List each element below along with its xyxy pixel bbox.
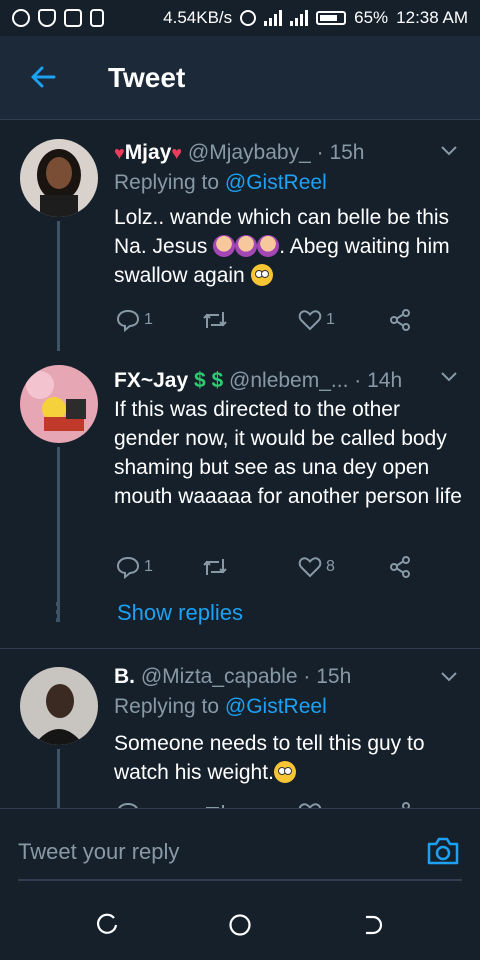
heart-icon — [298, 557, 322, 578]
recent-apps-icon[interactable] — [94, 912, 120, 938]
reply-icon — [116, 309, 140, 332]
display-name[interactable]: FX~Jay — [114, 369, 188, 392]
tweet-time: · 15h — [303, 665, 352, 688]
tweet-text: If this was directed to the other gender… — [114, 398, 462, 508]
tweet-reply[interactable]: ♥Mjay♥ @Mjaybaby_ · 15h Replying to @Gis… — [0, 121, 480, 351]
facepalm-woman-emoji — [257, 235, 280, 257]
reply-button[interactable]: 1 — [116, 308, 153, 332]
data-saver-icon — [240, 10, 257, 26]
app-header: Tweet — [0, 36, 480, 120]
reply-underline — [18, 879, 462, 881]
thread-line — [57, 221, 60, 351]
tweet-actions: 1 1 — [116, 308, 436, 334]
avatar[interactable] — [20, 139, 98, 217]
whatsapp-icon — [12, 9, 30, 27]
replying-to: Replying to @GistReel — [114, 695, 327, 719]
replying-to-label: Replying to — [114, 171, 220, 194]
facepalm-woman-emoji — [235, 235, 258, 257]
more-replies-dots — [56, 602, 60, 624]
tweet-reply[interactable]: FX~Jay $ $ @nlebem_... · 14h If this was… — [0, 351, 480, 641]
share-icon — [390, 309, 410, 331]
chevron-down-icon[interactable] — [440, 367, 458, 385]
system-nav-bar — [0, 890, 480, 960]
image-icon — [64, 9, 82, 27]
sparkling-heart-icon: ♥ — [114, 143, 125, 163]
display-name[interactable]: Mjay — [125, 141, 172, 164]
signal-3g-icon — [290, 10, 309, 26]
user-handle[interactable]: @Mizta_capable — [141, 665, 298, 688]
like-button[interactable]: 1 — [298, 308, 335, 332]
tweet-reply[interactable]: B. @Mizta_capable · 15h Replying to @Gis… — [0, 649, 480, 809]
sparkling-heart-icon: ♥ — [171, 143, 183, 163]
battery-percent: 65% — [354, 8, 389, 27]
reply-composer: Tweet your reply — [0, 808, 480, 890]
tweet-text: Someone needs to tell this guy to watch … — [114, 729, 464, 787]
back-arrow-icon[interactable] — [28, 62, 58, 92]
clock: 12:38 AM — [396, 8, 468, 27]
tweet-time: · 14h — [354, 369, 403, 392]
mention-link[interactable]: @GistReel — [225, 695, 327, 718]
page-title: Tweet — [108, 62, 186, 93]
tweet-text-part: Someone needs to tell this guy to watch … — [114, 732, 425, 784]
facepalm-woman-emoji — [213, 235, 236, 257]
display-name[interactable]: B. — [114, 665, 135, 688]
retweet-icon — [203, 312, 227, 328]
share-button[interactable] — [388, 555, 412, 579]
thread-line — [57, 447, 60, 621]
share-button[interactable] — [388, 308, 412, 332]
thread-line — [57, 749, 60, 809]
reply-icon — [116, 556, 140, 579]
like-button[interactable]: 8 — [298, 555, 335, 579]
eye-roll-emoji — [273, 761, 296, 783]
like-count: 8 — [326, 558, 335, 575]
battery-saver-icon — [90, 9, 104, 27]
avatar[interactable] — [20, 667, 98, 745]
retweet-icon — [203, 559, 227, 575]
user-handle[interactable]: @nlebem_... — [229, 369, 348, 392]
back-nav-icon[interactable] — [360, 912, 386, 938]
home-icon[interactable] — [227, 912, 253, 938]
flushed-face-emoji — [250, 264, 273, 286]
heart-icon — [298, 310, 322, 331]
chevron-down-icon[interactable] — [440, 141, 458, 159]
replying-to: Replying to @GistReel — [114, 171, 327, 195]
network-speed: 4.54KB/s — [163, 8, 233, 27]
reply-button[interactable]: 1 — [116, 555, 153, 579]
like-count: 1 — [326, 311, 335, 328]
money-emoji: $ $ — [193, 369, 224, 392]
reply-count: 1 — [144, 311, 153, 328]
tweet-time: · 15h — [316, 141, 365, 164]
notification-icons — [12, 9, 104, 27]
tweet-text: Lolz.. wande which can belle be this Na.… — [114, 203, 464, 290]
replying-to-label: Replying to — [114, 695, 220, 718]
retweet-button[interactable] — [202, 308, 228, 332]
show-replies-link[interactable]: Show replies — [117, 600, 243, 626]
signal-icon — [264, 10, 283, 26]
status-bar: 4.54KB/s 65% 12:38 AM — [0, 0, 480, 36]
reply-input[interactable]: Tweet your reply — [18, 839, 179, 865]
avatar[interactable] — [20, 365, 98, 443]
battery-icon — [316, 11, 347, 25]
retweet-button[interactable] — [202, 555, 228, 579]
reply-count: 1 — [144, 558, 153, 575]
mention-link[interactable]: @GistReel — [225, 171, 327, 194]
user-handle[interactable]: @Mjaybaby_ — [188, 141, 311, 164]
shield-icon — [38, 9, 56, 27]
chevron-down-icon[interactable] — [440, 667, 458, 685]
tweet-actions: 1 8 — [116, 555, 436, 581]
camera-icon[interactable] — [426, 835, 460, 867]
share-icon — [390, 556, 410, 578]
